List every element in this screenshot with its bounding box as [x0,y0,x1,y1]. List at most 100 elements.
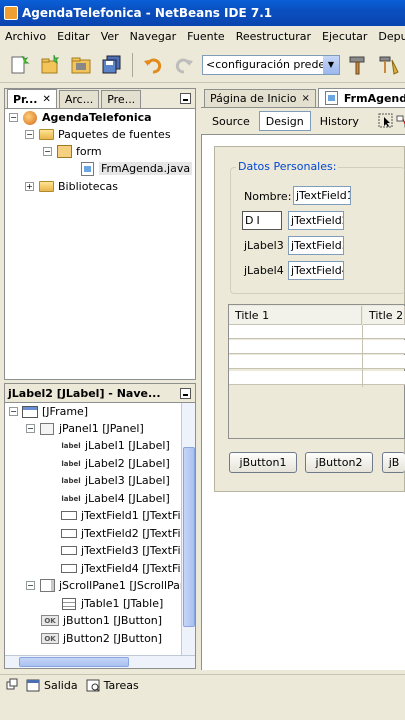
menu-reestructurar[interactable]: Reestructurar [231,30,317,43]
menu-fuente[interactable]: Fuente [182,30,231,43]
scrollbar-thumb[interactable] [19,657,129,667]
nav-item-jbutton1[interactable]: OK jButton1 [JButton] [41,612,162,629]
nav-item-jframe[interactable]: − [JFrame] [9,403,88,420]
collapse-icon[interactable]: − [43,147,52,156]
nav-item-jlabel3[interactable]: label jLabel3 [JLabel] [61,472,169,489]
button-icon: OK [41,615,59,626]
nav-item-jtextfield2[interactable]: jTextField2 [JTextFie [61,525,187,542]
connection-mode-button[interactable] [396,111,405,131]
scrollbar-thumb[interactable] [183,447,195,627]
form-button-3[interactable]: jB [382,452,405,473]
collapse-icon[interactable]: − [9,113,18,122]
panel-icon [39,422,55,436]
nav-item-jpanel1[interactable]: − jPanel1 [JPanel] [26,420,144,437]
form-textfield-3[interactable]: jTextField3 [288,236,344,255]
menu-navegar[interactable]: Navegar [125,30,183,43]
form-textfield-2[interactable]: jTextField2 [288,211,344,230]
title-bar[interactable]: AgendaTelefonica - NetBeans IDE 7.1 [0,0,405,26]
tab-pagina-inicio[interactable]: Página de Inicio × [204,89,316,107]
form-button-2[interactable]: jButton2 [305,452,373,473]
history-view-button[interactable]: History [313,111,366,131]
configuration-value: <configuración prede... [206,58,336,71]
table-row[interactable] [229,371,405,385]
save-all-button[interactable] [99,52,125,78]
menu-depurar[interactable]: Depurar [373,30,405,43]
form-label-3[interactable]: jLabel3 [244,239,284,252]
source-view-button[interactable]: Source [205,111,257,131]
minimize-pane-button[interactable] [180,93,191,104]
tab-services[interactable]: Pre... [101,90,142,108]
tab-files-label: Arc... [64,93,94,106]
menu-editar[interactable]: Editar [52,30,96,43]
nav-item-jtable1[interactable]: jTable1 [JTable] [61,595,163,612]
collapse-icon[interactable]: − [26,424,35,433]
nav-item-jlabel4[interactable]: label jLabel4 [JLabel] [61,490,169,507]
tab-frmagenda[interactable]: FrmAgenda.j [317,88,405,107]
tree-item-source-packages[interactable]: − Paquetes de fuentes [25,126,171,143]
menu-ver[interactable]: Ver [96,30,125,43]
nav-item-jlabel1[interactable]: label jLabel1 [JLabel] [61,437,170,454]
navigator-vertical-scrollbar[interactable] [181,403,195,656]
tab-projects[interactable]: Pr... ✕ [7,89,57,108]
new-file-button[interactable] [6,52,32,78]
tree-item-package-form[interactable]: − form [43,143,102,160]
form-label-4[interactable]: jLabel4 [244,264,284,277]
menu-ejecutar[interactable]: Ejecutar [317,30,373,43]
hammer-icon [349,56,365,74]
selection-mode-button[interactable] [378,111,394,131]
nav-item-jtextfield3[interactable]: jTextField3 [JTextFie [61,542,187,559]
nav-item-jtextfield1[interactable]: jTextField1 [JTextFie [61,507,187,524]
form-label-2-editing[interactable]: D I [242,211,282,230]
minimize-pane-button[interactable] [180,388,191,399]
restore-window-icon[interactable] [6,678,18,693]
build-button[interactable] [345,52,371,78]
chevron-down-icon[interactable]: ▼ [323,55,339,74]
label-icon: label [61,476,81,485]
menu-archivo[interactable]: Archivo [0,30,52,43]
new-project-button[interactable] [37,52,63,78]
form-textfield-1[interactable]: jTextField1 [293,186,351,205]
scrollpane-icon [39,579,55,593]
collapse-icon[interactable]: − [9,407,18,416]
table-header-title2[interactable]: Title 2 [363,306,405,325]
nav-item-jbutton2[interactable]: OK jButton2 [JButton] [41,630,162,647]
tab-label: Página de Inicio [210,92,297,105]
form-label-nombre[interactable]: Nombre: [244,190,291,203]
tree-item-frmagenda[interactable]: FrmAgenda.java [79,160,193,177]
tree-item-libraries[interactable]: + Bibliotecas [25,178,118,195]
expand-icon[interactable]: + [25,182,34,191]
open-project-button[interactable] [68,52,94,78]
table-header-title1[interactable]: Title 1 [229,306,362,325]
undo-button[interactable] [140,52,166,78]
table-column-divider [362,325,363,387]
table-row[interactable] [229,355,405,369]
navigator-horizontal-scrollbar[interactable] [5,655,195,668]
tree-item-project[interactable]: − AgendaTelefonica [9,109,152,126]
java-file-icon [324,91,340,105]
nav-item-label: jTextField4 [JTextFie [81,562,188,575]
tab-files[interactable]: Arc... [58,90,100,108]
nav-item-label: jButton2 [JButton] [63,632,163,645]
clean-build-button[interactable] [376,52,402,78]
table-row[interactable] [229,325,405,339]
tasks-icon [86,679,100,692]
nav-item-jlabel2[interactable]: label jLabel2 [JLabel] [61,455,169,472]
configuration-select[interactable]: <configuración prede... ▼ [202,54,340,75]
nav-item-label: jLabel1 [JLabel] [85,439,170,452]
tasks-window-button[interactable]: Tareas [86,679,139,692]
collapse-icon[interactable]: − [25,130,34,139]
design-view-button[interactable]: Design [258,111,311,131]
save-all-icon [102,55,121,73]
form-button-1[interactable]: jButton1 [229,452,297,473]
nav-item-jscrollpane1[interactable]: − jScrollPane1 [JScrollPane [26,577,194,594]
nav-item-jtextfield4[interactable]: jTextField4 [JTextFie [61,560,187,577]
close-icon[interactable]: ✕ [42,94,50,105]
collapse-icon[interactable]: − [26,581,35,590]
redo-button[interactable] [171,52,197,78]
package-icon [56,145,72,159]
table-row[interactable] [229,340,405,354]
output-window-button[interactable]: Salida [26,679,78,692]
form-textfield-4[interactable]: jTextField4 [288,261,344,280]
textfield-icon [61,544,77,558]
close-icon[interactable]: × [301,93,309,104]
